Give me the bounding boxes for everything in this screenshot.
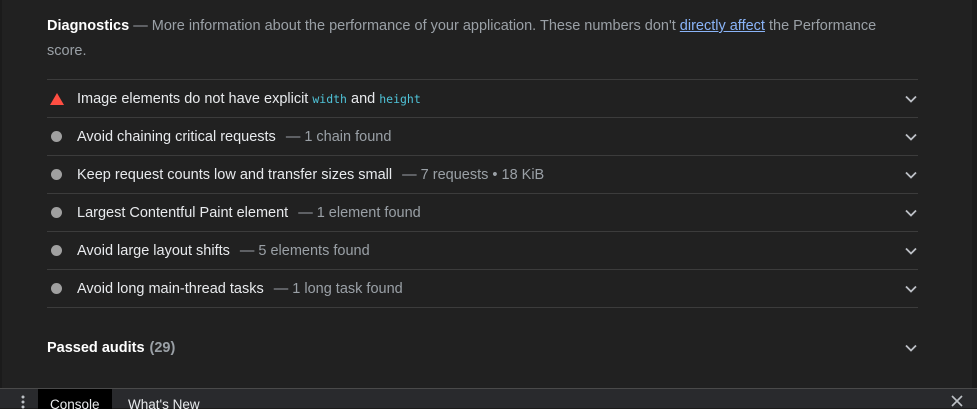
- directly-affect-link[interactable]: directly affect: [680, 18, 765, 34]
- lighthouse-report: Diagnostics — More information about the…: [2, 0, 972, 388]
- audit-row-layout-shifts[interactable]: Avoid large layout shifts — 5 elements f…: [47, 232, 918, 270]
- chevron-down-icon[interactable]: [904, 282, 918, 296]
- audit-detail: — 7 requests • 18 KiB: [402, 166, 545, 183]
- chevron-down-icon[interactable]: [904, 244, 918, 258]
- devtools-drawer-tabbar: Console What's New: [0, 388, 977, 409]
- passed-audits-toggle[interactable]: Passed audits (29): [47, 334, 918, 362]
- audit-detail: — 1 element found: [298, 204, 421, 221]
- passed-audits-title: Passed audits: [47, 340, 145, 356]
- audit-title: Keep request counts low and transfer siz…: [77, 166, 393, 183]
- audit-row-long-tasks[interactable]: Avoid long main-thread tasks — 1 long ta…: [47, 270, 918, 308]
- chevron-down-icon[interactable]: [904, 130, 918, 144]
- tab-console[interactable]: Console: [38, 389, 112, 409]
- audit-row-unsized-images[interactable]: Image elements do not have explicit widt…: [47, 80, 918, 118]
- diagnostics-description: More information about the performance o…: [151, 18, 680, 34]
- diagnostics-dash: —: [129, 18, 152, 34]
- audit-title: Image elements do not have explicit widt…: [77, 90, 421, 107]
- gray-circle-icon: [51, 245, 62, 256]
- chevron-down-icon[interactable]: [904, 168, 918, 182]
- chevron-down-icon[interactable]: [904, 206, 918, 220]
- audit-detail: — 1 chain found: [285, 128, 392, 145]
- diagnostics-audit-list: Image elements do not have explicit widt…: [47, 79, 918, 308]
- audit-title: Avoid long main-thread tasks: [77, 280, 264, 297]
- tab-whats-new[interactable]: What's New: [116, 389, 212, 409]
- gray-circle-icon: [51, 283, 62, 294]
- audit-title: Largest Contentful Paint element: [77, 204, 289, 221]
- diagnostics-title: Diagnostics: [47, 18, 130, 34]
- audit-row-lcp-element[interactable]: Largest Contentful Paint element — 1 ele…: [47, 194, 918, 232]
- chevron-down-icon[interactable]: [904, 341, 918, 355]
- gray-circle-icon: [51, 169, 62, 180]
- audit-title: Avoid large layout shifts: [77, 242, 230, 259]
- audit-row-resource-summary[interactable]: Keep request counts low and transfer siz…: [47, 156, 918, 194]
- code-width: width: [312, 91, 347, 106]
- gray-circle-icon: [51, 207, 62, 218]
- code-height: height: [379, 91, 421, 106]
- diagnostics-header: Diagnostics — More information about the…: [47, 14, 877, 64]
- chevron-down-icon[interactable]: [904, 92, 918, 106]
- audit-row-critical-request-chains[interactable]: Avoid chaining critical requests — 1 cha…: [47, 118, 918, 156]
- audit-title: Avoid chaining critical requests: [77, 128, 276, 145]
- gray-circle-icon: [51, 131, 62, 142]
- close-icon[interactable]: [951, 395, 963, 407]
- kebab-menu-icon[interactable]: [21, 395, 25, 409]
- passed-audits-count: (29): [149, 340, 176, 356]
- warning-triangle-icon: [50, 92, 64, 105]
- audit-detail: — 5 elements found: [239, 242, 370, 259]
- audit-detail: — 1 long task found: [273, 280, 403, 297]
